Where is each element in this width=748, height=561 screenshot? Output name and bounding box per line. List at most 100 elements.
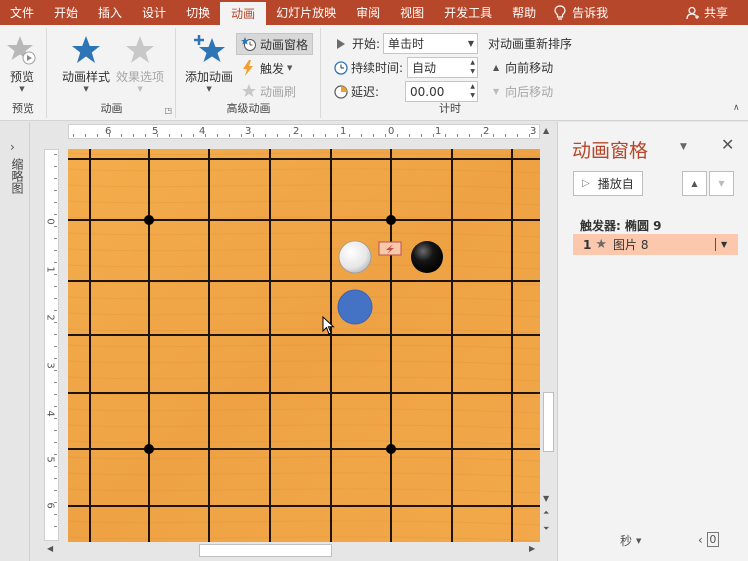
- ruler-tick: [337, 134, 338, 137]
- move-earlier-button[interactable]: ▲ 向前移动: [493, 59, 553, 76]
- ruler-tick: [54, 430, 57, 431]
- ruler-number: 3: [245, 126, 252, 137]
- move-up-button[interactable]: ▲: [682, 171, 707, 196]
- chevron-down-icon[interactable]: ▼: [721, 240, 727, 249]
- dialog-launcher-icon[interactable]: ◳: [164, 106, 172, 115]
- ruler-tick: [54, 274, 57, 275]
- ruler-number: 5: [44, 456, 56, 463]
- tab-developer[interactable]: 开发工具: [434, 0, 502, 25]
- duration-spinner[interactable]: 自动 ▲ ▼: [407, 57, 478, 78]
- ruler-tick: [265, 134, 266, 137]
- add-animation-button[interactable]: 添加动画 ▼: [185, 34, 233, 93]
- ruler-tick: [54, 190, 57, 191]
- ruler-number: 3: [44, 362, 56, 369]
- ruler-tick: [54, 514, 57, 515]
- scroll-down-icon[interactable]: ▼: [543, 494, 549, 503]
- lightbulb-icon: [554, 4, 566, 20]
- animation-list-item[interactable]: 1 ★ 图片 8 ▼: [573, 234, 738, 255]
- horizontal-scrollbar[interactable]: ◀ ▶: [44, 543, 540, 558]
- tab-animations[interactable]: 动画: [220, 2, 267, 25]
- trigger-button[interactable]: 触发 ▼: [241, 58, 292, 78]
- ruler-tick: [133, 134, 134, 137]
- scroll-right-icon[interactable]: ▶: [529, 544, 535, 553]
- vertical-scroll-thumb[interactable]: [543, 392, 554, 452]
- share-button[interactable]: 共享: [686, 0, 728, 25]
- horizontal-scroll-thumb[interactable]: [199, 544, 332, 557]
- delay-label-row: 延迟:: [334, 83, 379, 100]
- white-stone[interactable]: [338, 240, 372, 274]
- ruler-number: 1: [340, 126, 347, 137]
- blue-circle[interactable]: [337, 289, 373, 325]
- pane-options-icon[interactable]: ▼: [680, 142, 687, 152]
- ruler-number: 6: [44, 502, 56, 509]
- play-icon: ▷: [582, 178, 590, 189]
- go-board: [68, 149, 540, 542]
- scroll-up-icon[interactable]: ▲: [543, 126, 549, 135]
- ruler-number: 1: [44, 266, 56, 273]
- scroll-left-icon[interactable]: ◀: [47, 544, 53, 553]
- vertical-scrollbar[interactable]: ▲ ▼ ⏶ ⏷: [541, 124, 556, 542]
- share-label: 共享: [703, 6, 728, 20]
- tab-file[interactable]: 文件: [0, 0, 44, 25]
- ruler-tick: [385, 134, 386, 137]
- close-icon[interactable]: ✕: [721, 135, 734, 154]
- chevron-left-icon[interactable]: ‹: [698, 533, 703, 547]
- ruler-number: 1: [435, 126, 442, 137]
- ruler-tick: [205, 134, 206, 137]
- move-down-button[interactable]: ▼: [709, 171, 734, 196]
- ruler-tick: [54, 154, 57, 155]
- ruler-number: 2: [293, 126, 300, 137]
- ruler-tick: [493, 134, 494, 137]
- collapse-ribbon-icon[interactable]: ∧: [733, 103, 740, 113]
- previous-slide-icon[interactable]: ⏶: [543, 508, 549, 518]
- animation-painter-button[interactable]: 动画刷: [241, 81, 296, 101]
- animation-tag[interactable]: [378, 241, 402, 256]
- spinner-arrows-icon[interactable]: ▲ ▼: [470, 58, 475, 76]
- clock-icon: [334, 60, 348, 75]
- tell-me-box[interactable]: 告诉我: [554, 0, 608, 25]
- tab-design[interactable]: 设计: [132, 0, 176, 25]
- ruler-tick: [54, 262, 57, 263]
- ruler-tick: [54, 454, 57, 455]
- thumbnail-label[interactable]: 缩略图: [9, 158, 26, 194]
- animation-styles-button[interactable]: 动画样式 ▼: [62, 34, 110, 93]
- animation-pane-title: 动画窗格: [572, 140, 649, 162]
- move-later-button[interactable]: ▼ 向后移动: [493, 83, 553, 100]
- tab-transitions[interactable]: 切换: [176, 0, 220, 25]
- ruler-tick: [54, 406, 57, 407]
- ruler-tick: [373, 134, 374, 137]
- preview-button[interactable]: 预览 ▼: [6, 34, 38, 93]
- animation-pane-button[interactable]: 动画窗格: [236, 33, 314, 55]
- effect-options-button[interactable]: 效果选项 ▼: [116, 34, 164, 93]
- play-from-button[interactable]: ▷ 播放自: [573, 171, 643, 196]
- tab-help[interactable]: 帮助: [502, 0, 546, 25]
- star-icon: [72, 36, 100, 63]
- time-unit-dropdown[interactable]: 秒 ▼: [620, 532, 641, 549]
- tab-review[interactable]: 审阅: [346, 0, 390, 25]
- ruler-tick: [193, 134, 194, 137]
- timeline-navigator[interactable]: ‹ 0: [698, 532, 719, 547]
- thumbnail-panel: › 缩略图: [0, 122, 30, 561]
- slide-canvas[interactable]: [68, 149, 540, 542]
- timing-group-label: 计时: [439, 102, 461, 115]
- delay-spinner[interactable]: 00.00 ▲ ▼: [405, 81, 478, 102]
- animation-painter-label: 动画刷: [260, 84, 297, 99]
- start-select[interactable]: 单击时 ▼: [383, 33, 478, 54]
- ruler-tick: [181, 134, 182, 137]
- triangle-up-icon: ▲: [493, 63, 500, 72]
- ruler-tick: [253, 134, 254, 137]
- ruler-tick: [109, 134, 110, 137]
- tab-slideshow[interactable]: 幻灯片放映: [266, 0, 346, 25]
- next-slide-icon[interactable]: ⏷: [543, 524, 549, 534]
- delay-label: 延迟:: [351, 85, 380, 99]
- tab-view[interactable]: 视图: [390, 0, 434, 25]
- tab-home[interactable]: 开始: [44, 0, 88, 25]
- black-stone[interactable]: [411, 241, 443, 273]
- reorder-title: 对动画重新排序: [488, 37, 573, 51]
- spinner-arrows-icon[interactable]: ▲ ▼: [470, 82, 475, 100]
- ruler-tick: [289, 134, 290, 137]
- ruler-tick: [54, 370, 57, 371]
- tab-insert[interactable]: 插入: [88, 0, 132, 25]
- chevron-right-icon[interactable]: ›: [10, 140, 15, 154]
- ruler-tick: [517, 134, 518, 137]
